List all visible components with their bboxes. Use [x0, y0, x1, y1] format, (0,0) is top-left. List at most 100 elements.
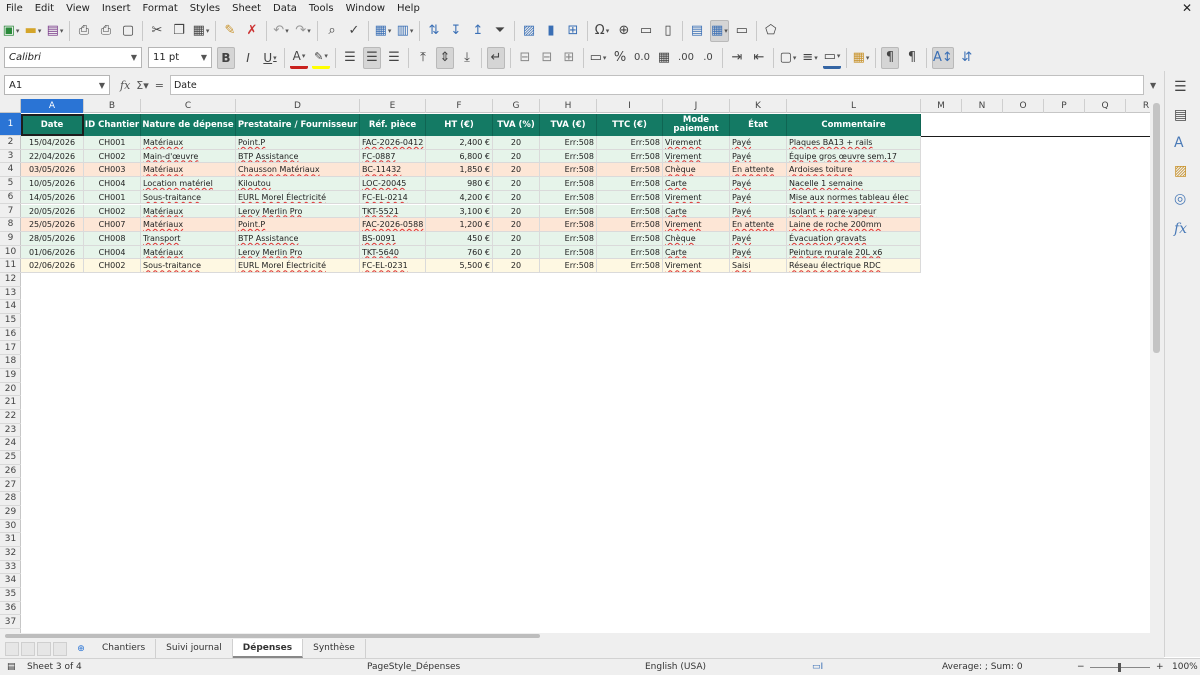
text-language[interactable]: English (USA)	[645, 662, 706, 672]
freeze-rows-columns-icon[interactable]: ▦	[710, 19, 729, 42]
menu-icon[interactable]: ☰	[1174, 79, 1187, 95]
table-cell[interactable]: Réseau électrique RDC	[787, 259, 921, 273]
row-header[interactable]: 1	[0, 113, 21, 136]
column-icon[interactable]: ▥	[396, 20, 414, 42]
column-header-j[interactable]: J	[663, 99, 730, 113]
table-cell[interactable]: Err:508	[597, 218, 663, 232]
add-sheet-icon[interactable]: ⊕	[70, 644, 92, 654]
table-cell[interactable]: Payé	[730, 136, 787, 150]
unmerge-cells-icon[interactable]: ⊞	[560, 47, 578, 69]
name-box[interactable]: A1 ▼	[4, 75, 110, 95]
column-header-g[interactable]: G	[493, 99, 540, 113]
special-character-icon[interactable]: Ω	[593, 20, 611, 42]
column-header-e[interactable]: E	[360, 99, 426, 113]
table-header-cell[interactable]: TVA (%)	[493, 114, 540, 136]
table-cell[interactable]: En attente	[730, 163, 787, 178]
table-cell[interactable]: Kiloutou	[236, 177, 360, 191]
clone-formatting-icon[interactable]: ✎	[221, 20, 239, 42]
align-top-icon[interactable]: ⤒	[414, 47, 432, 69]
column-header-n[interactable]: N	[962, 99, 1003, 113]
delete-decimal-icon[interactable]: .0	[699, 47, 717, 69]
navigator-icon[interactable]: ◎	[1174, 191, 1186, 207]
table-cell[interactable]: Virement	[663, 149, 730, 164]
row-header[interactable]: 3	[0, 150, 21, 164]
formula-icon[interactable]: =	[155, 79, 164, 92]
table-cell[interactable]: FC-EL-0231	[360, 259, 426, 273]
row-header[interactable]: 7	[0, 205, 21, 219]
table-cell[interactable]: 10/05/2026	[21, 177, 84, 191]
redo-icon[interactable]: ↷	[294, 20, 312, 42]
table-cell[interactable]: CH002	[84, 149, 141, 164]
table-cell[interactable]: CH003	[84, 163, 141, 178]
table-cell[interactable]: Location matériel	[141, 177, 236, 191]
table-cell[interactable]: BS-0091	[360, 231, 426, 246]
zoom-out-icon[interactable]: −	[1077, 662, 1085, 672]
table-cell[interactable]: Err:508	[540, 136, 597, 150]
table-header-cell[interactable]: Commentaire	[787, 114, 921, 136]
merge-cells-icon[interactable]: ⊟	[538, 47, 556, 69]
vertical-scroll-thumb[interactable]	[1153, 103, 1160, 353]
table-cell[interactable]: BTP Assistance	[236, 149, 360, 164]
table-cell[interactable]: Err:508	[540, 218, 597, 232]
row-header[interactable]: 12	[0, 273, 21, 287]
sheet-tab[interactable]: Dépenses	[232, 639, 304, 658]
column-header-i[interactable]: I	[597, 99, 663, 113]
new-document-icon[interactable]: ▣	[2, 20, 20, 42]
row-header[interactable]: 29	[0, 506, 21, 520]
clear-formatting-icon[interactable]: ✗	[243, 20, 261, 42]
menu-insert[interactable]: Insert	[96, 3, 137, 14]
row-header[interactable]: 13	[0, 287, 21, 301]
table-cell[interactable]: CH002	[84, 204, 141, 219]
table-cell[interactable]: 1,200 €	[426, 218, 493, 232]
table-cell[interactable]: 20	[493, 218, 540, 232]
table-header-cell[interactable]: État	[730, 114, 787, 136]
table-cell[interactable]: 15/04/2026	[21, 136, 84, 150]
bold-icon[interactable]: B	[217, 46, 235, 69]
table-cell[interactable]: Err:508	[540, 149, 597, 164]
sort-descending-icon[interactable]: ↥	[469, 20, 487, 42]
table-cell[interactable]: Err:508	[597, 245, 663, 260]
table-cell[interactable]: 5,500 €	[426, 259, 493, 273]
table-cell[interactable]: Err:508	[540, 231, 597, 246]
gallery-icon[interactable]: ▨	[1174, 163, 1187, 179]
table-cell[interactable]: 22/04/2026	[21, 149, 84, 164]
row-icon[interactable]: ▦	[374, 20, 392, 42]
table-cell[interactable]: 20	[493, 163, 540, 178]
table-cell[interactable]: En attente	[730, 218, 787, 232]
table-cell[interactable]: 20	[493, 245, 540, 260]
menu-view[interactable]: View	[60, 3, 96, 14]
zoom-in-icon[interactable]: +	[1156, 662, 1164, 672]
row-header[interactable]: 4	[0, 163, 21, 178]
draw-functions-icon[interactable]: ⬠	[762, 20, 780, 42]
table-cell[interactable]: Err:508	[597, 177, 663, 191]
row-header[interactable]: 37	[0, 616, 21, 630]
table-cell[interactable]: Chèque	[663, 231, 730, 246]
table-cell[interactable]: Carte	[663, 204, 730, 219]
table-cell[interactable]: 20	[493, 231, 540, 246]
table-cell[interactable]: Laine de roche 200mm	[787, 218, 921, 232]
table-cell[interactable]: Payé	[730, 245, 787, 260]
date-format-icon[interactable]: ▦	[655, 47, 673, 69]
styles-icon[interactable]: A	[1174, 135, 1184, 151]
font-color-icon[interactable]: A	[290, 47, 308, 69]
table-header-cell[interactable]: TVA (€)	[540, 114, 597, 136]
increase-indent-icon[interactable]: ⇥	[728, 47, 746, 69]
row-header[interactable]: 9	[0, 232, 21, 246]
menu-format[interactable]: Format	[137, 3, 184, 14]
hyperlink-icon[interactable]: ⊕	[615, 20, 633, 42]
borders-icon[interactable]: ▢	[779, 47, 797, 69]
functions-icon[interactable]: fx	[1174, 221, 1187, 237]
menu-data[interactable]: Data	[267, 3, 303, 14]
table-cell[interactable]: FC-EL-0214	[360, 190, 426, 205]
table-cell[interactable]: Payé	[730, 190, 787, 205]
align-left-icon[interactable]: ☰	[341, 47, 359, 69]
table-cell[interactable]: 760 €	[426, 245, 493, 260]
table-header-cell[interactable]: Mode paiement	[663, 114, 730, 136]
table-cell[interactable]: FC-0887	[360, 149, 426, 164]
font-name-box[interactable]: Calibri ▼	[4, 47, 142, 68]
function-wizard-icon[interactable]: fx	[120, 79, 130, 92]
number-format-icon[interactable]: 0.0	[633, 47, 651, 69]
table-cell[interactable]: FAC-2026-0412	[360, 136, 426, 150]
table-header-cell[interactable]: Réf. pièce	[360, 114, 426, 136]
table-cell[interactable]: CH002	[84, 259, 141, 273]
